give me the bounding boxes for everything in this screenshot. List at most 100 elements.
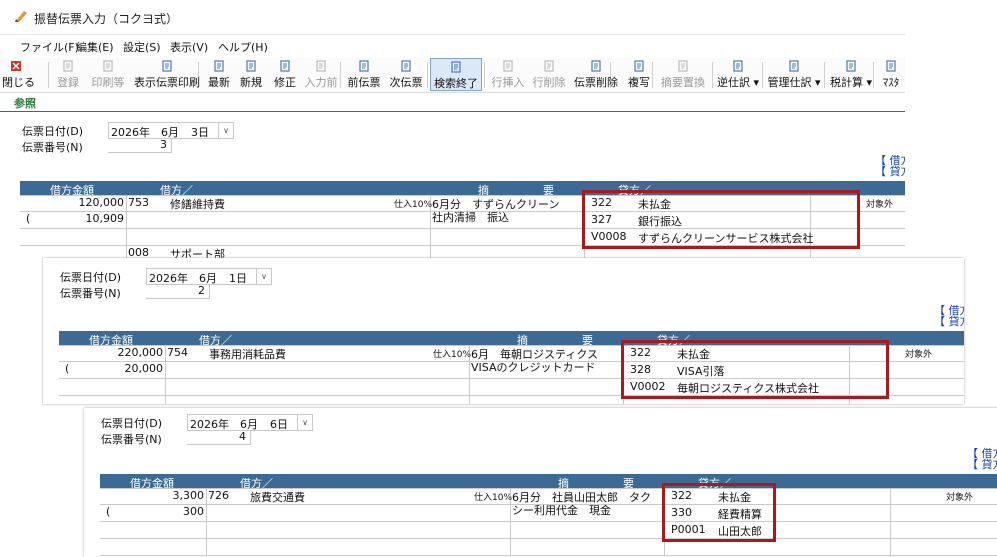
toolbar-button-16[interactable]: 逆仕訳 ▾	[715, 58, 761, 91]
tax-paren: (	[65, 362, 70, 375]
grid-line	[100, 555, 997, 556]
toolbar-button-label: 伝票削除	[574, 76, 618, 89]
next-voucher-icon	[401, 60, 411, 72]
chevron-down-icon[interactable]: ∨	[256, 269, 271, 284]
menu-edit[interactable]: 編集(E)	[76, 39, 114, 55]
menu-settings[interactable]: 設定(S)	[123, 39, 161, 55]
date-label: 伝票日付(D)	[101, 417, 163, 430]
tax-paren: (	[26, 212, 31, 225]
delete-row-icon	[544, 60, 554, 72]
toolbar-button-18[interactable]: 税計算 ▾	[829, 58, 873, 91]
toolbar-button-8[interactable]: 前伝票	[345, 58, 383, 91]
voucher-number-field[interactable]: 3	[108, 138, 172, 153]
debit-amount[interactable]: 3,300	[140, 489, 205, 502]
credit-link[interactable]: 【 貸方	[967, 456, 997, 472]
date-picker[interactable]: 2026年 6月 1日 ∨	[146, 268, 272, 285]
toolbar-button-17[interactable]: 管理仕訳 ▾	[765, 58, 823, 91]
toolbar-button-0[interactable]: 閉じる	[2, 58, 35, 91]
toolbar-button-label: 修正	[274, 76, 296, 89]
toolbar-button-11[interactable]: 行挿入	[489, 58, 527, 91]
date-day: 1日	[229, 272, 247, 285]
highlight-box	[621, 340, 889, 399]
toolbar-button-5[interactable]: 新規	[237, 58, 265, 91]
tab-reference[interactable]: 参照	[4, 93, 48, 113]
number-label: 伝票番号(N)	[60, 287, 121, 300]
tax-scope: 対象外	[905, 350, 933, 360]
toolbar-button-label: 複写	[628, 76, 650, 89]
toolbar-separator	[824, 62, 825, 88]
toolbar-button-4[interactable]: 最新	[205, 58, 233, 91]
tab-reference-label: 参照	[14, 97, 36, 110]
toolbar-button-15[interactable]: 摘要置換	[658, 58, 708, 91]
menu-help[interactable]: ヘルプ(H)	[218, 39, 268, 55]
tax-amount: 300	[183, 505, 204, 518]
toolbar-button-label: 逆仕訳 ▾	[716, 76, 760, 89]
toolbar-button-label: ﾏｽﾀ	[882, 76, 900, 89]
toolbar-button-label: 次伝票	[389, 76, 423, 89]
menu-file[interactable]: ファイル(F)	[20, 39, 79, 55]
department-code[interactable]: 008	[128, 246, 149, 258]
toolbar-separator	[762, 62, 763, 88]
debit-account-name: 事務用消耗品費	[209, 348, 286, 361]
credit-link[interactable]: 【 貸方	[934, 313, 964, 329]
toolbar-button-12[interactable]: 行削除	[530, 58, 568, 91]
toolbar-button-label: 検索終了	[434, 77, 478, 90]
toolbar-separator	[712, 62, 713, 88]
new-doc-icon	[246, 60, 256, 72]
toolbar-button-3[interactable]: 表示伝票印刷	[134, 58, 200, 91]
tax-category: 仕入10%	[474, 493, 513, 503]
department-name: サポート部	[170, 248, 225, 258]
summary-line-2[interactable]: VISAのクレジットカード	[471, 359, 595, 375]
menu-bar: ファイル(F) 編集(E) 設定(S) 表示(V) ヘルプ(H)	[0, 39, 905, 57]
refresh-icon	[214, 60, 224, 72]
toolbar-button-1[interactable]: 登録	[54, 58, 82, 91]
voucher-number-field[interactable]: 4	[187, 430, 251, 445]
debit-code[interactable]: 726	[208, 489, 229, 502]
toolbar-button-label: 登録	[57, 76, 79, 89]
chevron-down-icon[interactable]: ∨	[218, 123, 233, 138]
grid-line	[206, 488, 207, 555]
copy-icon	[634, 60, 644, 72]
debit-code[interactable]: 753	[128, 196, 149, 209]
debit-account-name: 旅費交通費	[250, 491, 305, 504]
chevron-down-icon[interactable]: ∨	[297, 415, 312, 430]
debit-code[interactable]: 754	[167, 346, 188, 359]
toolbar-button-13[interactable]: 伝票削除	[572, 58, 620, 91]
debit-amount[interactable]: 120,000	[60, 196, 125, 209]
toolbar-separator	[484, 62, 485, 88]
main-window: 振替伝票入力（コクヨ式） ファイル(F) 編集(E) 設定(S) 表示(V) ヘ…	[0, 0, 905, 258]
date-picker[interactable]: 2026年 6月 3日 ∨	[108, 122, 234, 139]
toolbar-button-label: 入力前	[304, 76, 338, 89]
credit-link[interactable]: 【 貸方	[875, 163, 905, 179]
summary-line-2[interactable]: 社内清掃 振込	[432, 209, 509, 225]
tax-paren: (	[106, 505, 111, 518]
toolbar-button-label: 摘要置換	[661, 76, 705, 89]
tax-amount: 10,909	[85, 212, 125, 225]
menu-view[interactable]: 表示(V)	[170, 39, 208, 55]
edit-icon	[280, 60, 290, 72]
voucher-panel: 伝票日付(D)伝票番号(N)2026年6月3日∨3【 借方【 貸方借方金額借方／…	[0, 112, 905, 258]
highlight-box	[582, 190, 860, 249]
toolbar-button-7[interactable]: 入力前	[302, 58, 340, 91]
toolbar-button-label: 表示伝票印刷	[134, 76, 200, 89]
title-bar: 振替伝票入力（コクヨ式）	[0, 0, 905, 35]
debit-amount[interactable]: 220,000	[99, 346, 164, 359]
journal-header: 借方金額 借方／摘要貸方／	[100, 474, 997, 490]
debit-account-name: 修繕維持費	[170, 198, 225, 211]
toolbar-button-2[interactable]: 印刷等	[86, 58, 130, 91]
window-title: 振替伝票入力（コクヨ式）	[34, 12, 179, 26]
master-icon	[886, 60, 896, 72]
toolbar-button-19[interactable]: ﾏｽﾀ	[877, 58, 905, 91]
grid-line	[126, 195, 127, 258]
summary-line-2[interactable]: シー利用代金 現金	[512, 502, 611, 518]
tax-category: 仕入10%	[433, 350, 472, 360]
date-label: 伝票日付(D)	[22, 125, 84, 138]
toolbar-separator	[48, 62, 49, 88]
toolbar-button-9[interactable]: 次伝票	[387, 58, 425, 91]
toolbar-button-10[interactable]: 検索終了	[430, 58, 482, 91]
toolbar-button-14[interactable]: 複写	[625, 58, 653, 91]
voucher-number-field[interactable]: 2	[146, 284, 210, 299]
highlight-box	[662, 483, 776, 542]
date-picker[interactable]: 2026年 6月 6日 ∨	[187, 414, 313, 431]
toolbar-button-6[interactable]: 修正	[270, 58, 300, 91]
